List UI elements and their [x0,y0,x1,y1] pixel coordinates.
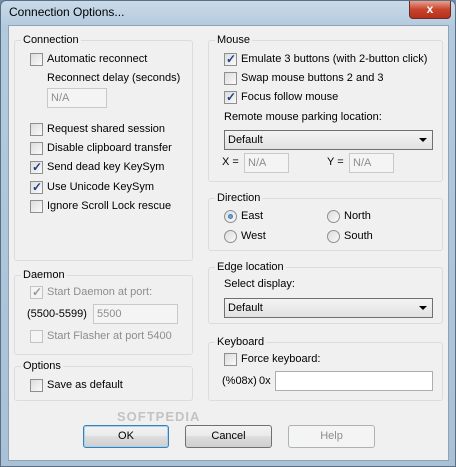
parking-location-value: Default [228,134,263,146]
close-icon: x [426,2,434,16]
port-range-label: (5500-5599) [27,308,87,320]
select-display-label: Select display: [224,278,295,290]
start-flasher-checkbox[interactable] [30,330,43,343]
y-coordinate-input[interactable]: N/A [349,153,394,173]
use-unicode-keysym-checkbox[interactable] [30,180,43,194]
direction-east-label[interactable]: East [241,209,263,223]
daemon-port-input[interactable]: 5500 [93,304,178,324]
chevron-down-icon [419,138,427,142]
automatic-reconnect-checkbox[interactable] [30,53,43,66]
disable-clipboard-transfer-label[interactable]: Disable clipboard transfer [47,141,172,155]
close-button[interactable]: x [409,1,451,19]
request-shared-session-checkbox[interactable] [30,123,43,136]
ignore-scroll-lock-checkbox[interactable] [30,200,43,213]
reconnect-delay-label: Reconnect delay (seconds) [47,72,181,84]
save-as-default-checkbox[interactable] [30,379,43,392]
direction-south-label[interactable]: South [344,229,373,243]
keyboard-format-label: (%08x) [222,375,257,387]
direction-north-label[interactable]: North [344,209,371,223]
chevron-down-icon [419,306,427,310]
start-daemon-checkbox[interactable] [30,285,43,299]
send-dead-key-label[interactable]: Send dead key KeySym [47,160,164,174]
start-flasher-label[interactable]: Start Flasher at port 5400 [47,329,172,343]
automatic-reconnect-label[interactable]: Automatic reconnect [47,52,147,66]
ok-button[interactable]: OK [83,425,169,448]
title-bar: Connection Options... x [1,1,456,25]
parking-location-select[interactable]: Default [224,130,433,150]
direction-east-radio[interactable] [224,210,237,223]
hex-prefix-label: 0x [259,375,271,387]
options-group-label: Options [21,360,63,373]
emulate-3-buttons-checkbox[interactable] [224,52,237,66]
ignore-scroll-lock-label[interactable]: Ignore Scroll Lock rescue [47,199,171,213]
direction-north-radio[interactable] [327,210,340,223]
cancel-button[interactable]: Cancel [185,425,272,448]
select-display-select[interactable]: Default [224,298,433,318]
direction-west-label[interactable]: West [241,229,266,243]
disable-clipboard-transfer-checkbox[interactable] [30,142,43,155]
direction-west-radio[interactable] [224,230,237,243]
parking-location-label: Remote mouse parking location: [224,111,382,123]
x-label: X = [222,156,239,168]
direction-group: Direction [208,192,443,251]
force-keyboard-checkbox[interactable] [224,353,237,366]
keyboard-code-input[interactable] [275,371,433,391]
dialog-client-area: Connection Automatic reconnect Reconnect… [8,25,449,461]
focus-follow-mouse-checkbox[interactable] [224,90,237,104]
connection-options-window: Connection Options... x Connection Autom… [0,0,456,467]
daemon-group-label: Daemon [21,269,67,282]
select-display-value: Default [228,302,263,314]
mouse-group-label: Mouse [215,34,253,47]
window-title: Connection Options... [9,5,125,19]
focus-follow-mouse-label[interactable]: Focus follow mouse [241,90,338,104]
x-coordinate-input[interactable]: N/A [244,153,289,173]
use-unicode-keysym-label[interactable]: Use Unicode KeySym [47,180,154,194]
y-label: Y = [327,156,344,168]
reconnect-delay-input[interactable]: N/A [47,88,107,108]
emulate-3-buttons-label[interactable]: Emulate 3 buttons (with 2-button click) [241,52,427,66]
keyboard-group-label: Keyboard [215,336,267,349]
swap-mouse-buttons-label[interactable]: Swap mouse buttons 2 and 3 [241,71,383,85]
direction-group-label: Direction [215,192,263,205]
direction-south-radio[interactable] [327,230,340,243]
softpedia-watermark: SOFTPEDIA [117,409,201,424]
edge-location-group-label: Edge location [215,261,286,274]
send-dead-key-checkbox[interactable] [30,160,43,174]
request-shared-session-label[interactable]: Request shared session [47,122,165,136]
swap-mouse-buttons-checkbox[interactable] [224,72,237,85]
force-keyboard-label[interactable]: Force keyboard: [241,352,320,366]
save-as-default-label[interactable]: Save as default [47,378,123,392]
help-button[interactable]: Help [288,425,375,448]
connection-group-label: Connection [21,34,81,47]
start-daemon-label[interactable]: Start Daemon at port: [47,285,152,299]
